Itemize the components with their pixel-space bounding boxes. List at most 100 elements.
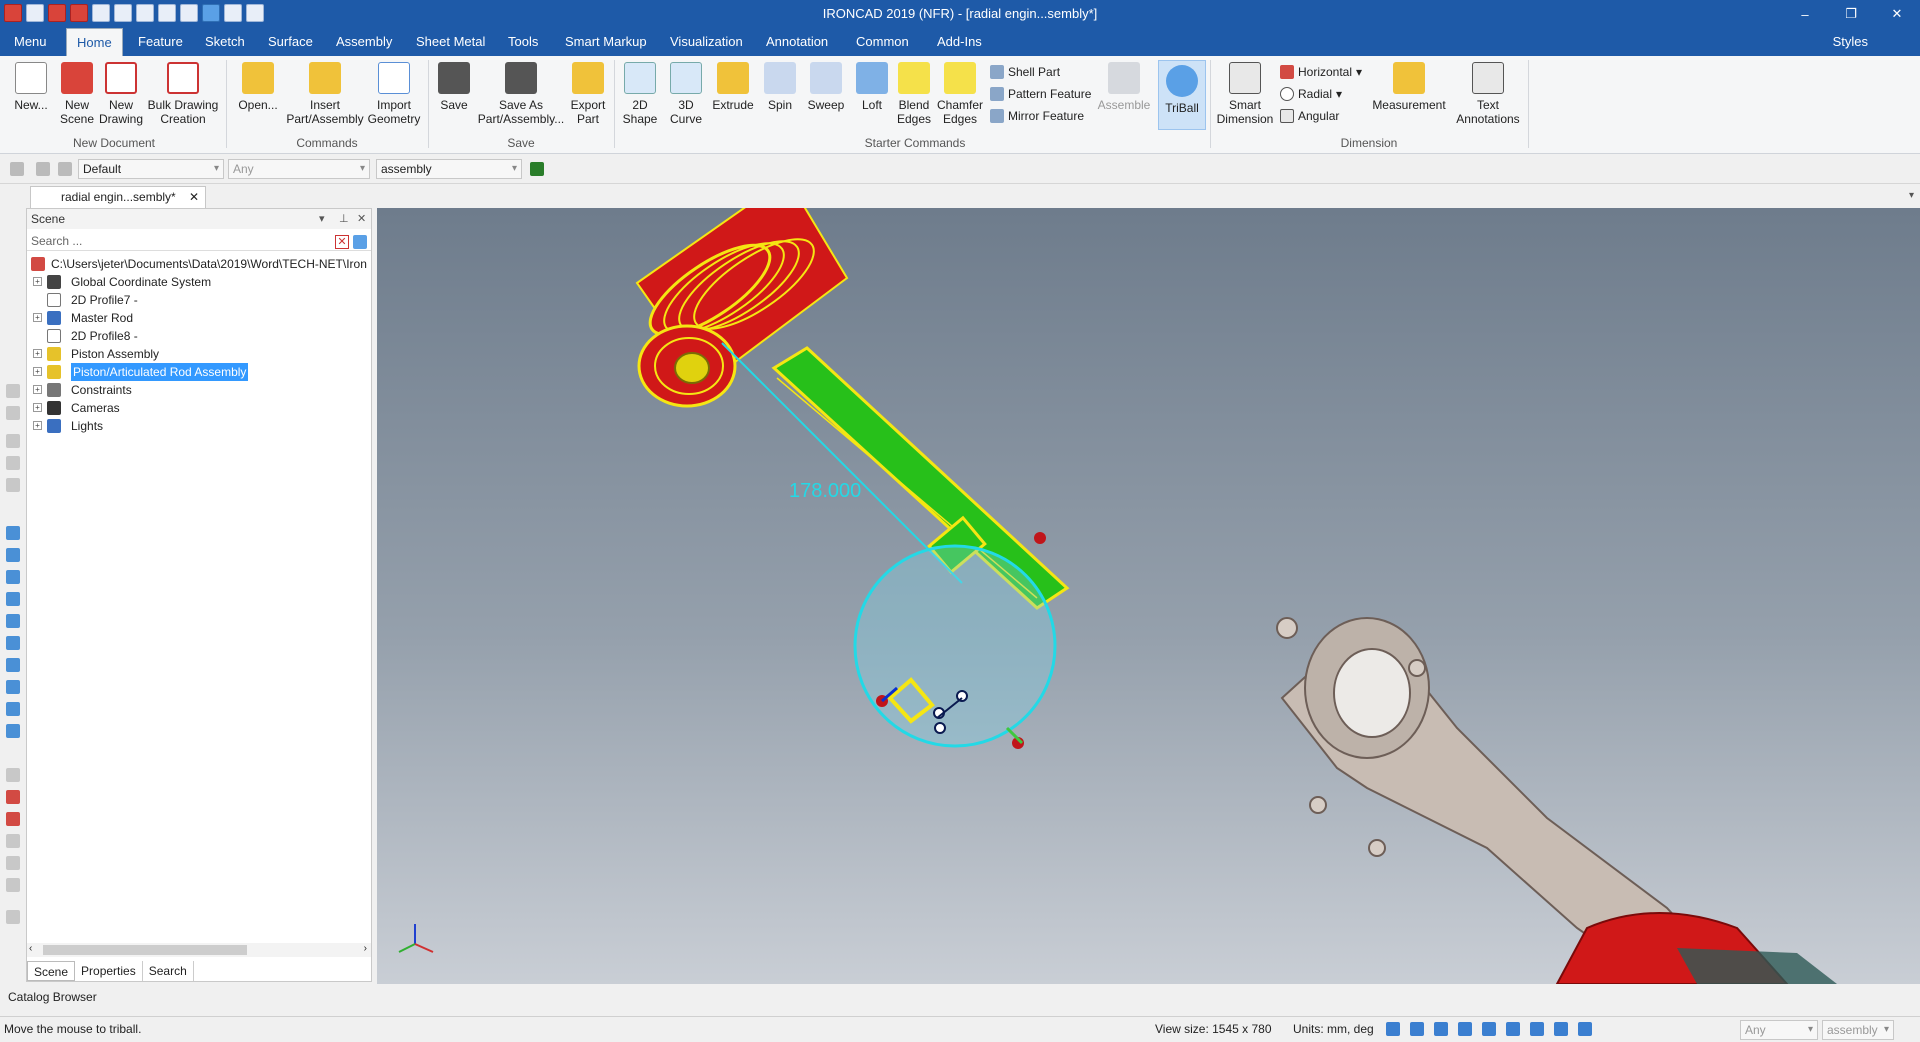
status-level-select[interactable]: assembly xyxy=(1822,1020,1894,1040)
smart-dimension-button[interactable]: Smart Dimension xyxy=(1214,62,1276,126)
horizontal-scrollbar[interactable]: ‹ › xyxy=(27,943,371,957)
piston-pin[interactable] xyxy=(674,352,710,384)
expand-icon[interactable]: + xyxy=(33,421,42,430)
view-tool-icon[interactable] xyxy=(6,384,20,398)
radial-tool-icon[interactable] xyxy=(6,856,20,870)
chevron-right-icon[interactable]: › xyxy=(364,943,367,954)
sweep-button[interactable]: Sweep xyxy=(804,62,848,112)
render-icon[interactable] xyxy=(1554,1022,1568,1036)
zoom-icon[interactable] xyxy=(1386,1022,1400,1036)
selection-filter-icon[interactable] xyxy=(10,162,24,176)
measurement-button[interactable]: Measurement xyxy=(1368,62,1450,112)
3d-viewport[interactable]: 178.000 xyxy=(377,208,1920,984)
status-filter-select[interactable]: Any xyxy=(1740,1020,1818,1040)
maximize-button[interactable]: ❐ xyxy=(1828,0,1874,28)
mirror-feature-button[interactable]: Mirror Feature xyxy=(990,106,1084,126)
horizontal-dimension-button[interactable]: Horizontal ▾ xyxy=(1280,62,1362,82)
tab-scene[interactable]: Scene xyxy=(27,961,76,981)
tab-add-ins[interactable]: Add-Ins xyxy=(927,28,992,56)
minimize-button[interactable]: – xyxy=(1782,0,1828,28)
new-button[interactable]: New... xyxy=(6,62,56,112)
loft-button[interactable]: Loft xyxy=(852,62,892,112)
spin-button[interactable]: Spin xyxy=(758,62,802,112)
expand-icon[interactable]: + xyxy=(33,385,42,394)
tree-item-selected[interactable]: + Piston/Articulated Rod Assembly xyxy=(27,363,371,381)
tab-visualization[interactable]: Visualization xyxy=(660,28,753,56)
hierarchy-icon[interactable] xyxy=(530,162,544,176)
chamfer-edges-button[interactable]: Chamfer Edges xyxy=(936,62,984,126)
text-annotations-button[interactable]: Text Annotations xyxy=(1452,62,1524,126)
tab-smart-markup[interactable]: Smart Markup xyxy=(555,28,657,56)
save-as-button[interactable]: Save As Part/Assembly... xyxy=(474,62,568,126)
tree-item[interactable]: + Constraints xyxy=(27,381,371,399)
extrude-button[interactable]: Extrude xyxy=(710,62,756,112)
style-select[interactable]: Default xyxy=(78,159,224,179)
tab-menu[interactable]: Menu xyxy=(4,28,57,56)
view-cube-icon[interactable] xyxy=(6,526,20,540)
assemble-button[interactable]: Assemble xyxy=(1096,62,1152,112)
view-tool-icon[interactable] xyxy=(6,478,20,492)
tree-root[interactable]: C:\Users\jeter\Documents\Data\2019\Word\… xyxy=(27,255,371,273)
catalog-browser-toggle[interactable]: Catalog Browser xyxy=(0,986,372,1008)
measure-tool-icon[interactable] xyxy=(6,910,20,924)
scrollbar-thumb[interactable] xyxy=(43,945,247,955)
search-options-icon[interactable] xyxy=(353,235,367,249)
view-cube-icon[interactable] xyxy=(6,724,20,738)
view-cube-icon[interactable] xyxy=(6,680,20,694)
view-tool-icon[interactable] xyxy=(6,456,20,470)
tab-annotation[interactable]: Annotation xyxy=(756,28,838,56)
tab-surface[interactable]: Surface xyxy=(258,28,323,56)
view-cube-icon[interactable] xyxy=(6,658,20,672)
tree-item[interactable]: + Lights xyxy=(27,417,371,435)
tab-feature[interactable]: Feature xyxy=(128,28,193,56)
close-button[interactable]: ✕ xyxy=(1874,0,1920,28)
document-tab[interactable]: radial engin...sembly* ✕ xyxy=(30,186,206,208)
radial-tool-icon[interactable] xyxy=(6,878,20,892)
dimension-tool-icon[interactable] xyxy=(6,790,20,804)
radial-dimension-button[interactable]: Radial ▾ xyxy=(1280,84,1342,104)
expand-icon[interactable]: + xyxy=(33,367,42,376)
export-part-button[interactable]: Export Part xyxy=(568,62,608,126)
tab-tools[interactable]: Tools xyxy=(498,28,548,56)
dimension-tool-icon[interactable] xyxy=(6,812,20,826)
import-geometry-button[interactable]: Import Geometry xyxy=(366,62,422,126)
tab-sheet-metal[interactable]: Sheet Metal xyxy=(406,28,495,56)
zoom-icon[interactable] xyxy=(1410,1022,1424,1036)
scene-search-input[interactable]: Search ... xyxy=(27,231,371,251)
chevron-down-icon[interactable]: ▾ xyxy=(1909,190,1914,201)
pattern-feature-button[interactable]: Pattern Feature xyxy=(990,84,1091,104)
shell-part-button[interactable]: Shell Part xyxy=(990,62,1060,82)
tab-search[interactable]: Search xyxy=(143,961,194,981)
tab-sketch[interactable]: Sketch xyxy=(195,28,255,56)
tab-properties[interactable]: Properties xyxy=(75,961,143,981)
view-cube-icon[interactable] xyxy=(6,570,20,584)
view-cube-icon[interactable] xyxy=(6,636,20,650)
tree-item[interactable]: + Cameras xyxy=(27,399,371,417)
expand-icon[interactable]: + xyxy=(33,277,42,286)
tree-item[interactable]: + Master Rod xyxy=(27,309,371,327)
tab-common[interactable]: Common xyxy=(846,28,919,56)
tree-item[interactable]: + Piston Assembly xyxy=(27,345,371,363)
view-cube-icon[interactable] xyxy=(6,548,20,562)
new-drawing-button[interactable]: New Drawing xyxy=(98,62,144,126)
tree-item[interactable]: 2D Profile8 - xyxy=(27,327,371,345)
pin-icon[interactable]: ⊥ xyxy=(339,209,349,229)
tree-item[interactable]: + Global Coordinate System xyxy=(27,273,371,291)
filter-select[interactable]: Any xyxy=(228,159,370,179)
view-cube-icon[interactable] xyxy=(6,702,20,716)
view-cube-icon[interactable] xyxy=(6,592,20,606)
expand-icon[interactable]: + xyxy=(33,349,42,358)
bulk-drawing-button[interactable]: Bulk Drawing Creation xyxy=(144,62,222,126)
new-scene-button[interactable]: New Scene xyxy=(56,62,98,126)
level-select[interactable]: assembly xyxy=(376,159,522,179)
scene-render[interactable]: 178.000 xyxy=(377,208,1920,984)
tree-item[interactable]: 2D Profile7 - xyxy=(27,291,371,309)
pointer-icon[interactable] xyxy=(36,162,50,176)
save-button[interactable]: Save xyxy=(434,62,474,112)
3d-curve-button[interactable]: 3D Curve xyxy=(664,62,708,126)
clear-search-icon[interactable]: ✕ xyxy=(335,235,349,249)
tab-assembly[interactable]: Assembly xyxy=(326,28,402,56)
chevron-left-icon[interactable]: ‹ xyxy=(29,943,32,954)
view-icon[interactable] xyxy=(1458,1022,1472,1036)
view-tool-icon[interactable] xyxy=(6,434,20,448)
